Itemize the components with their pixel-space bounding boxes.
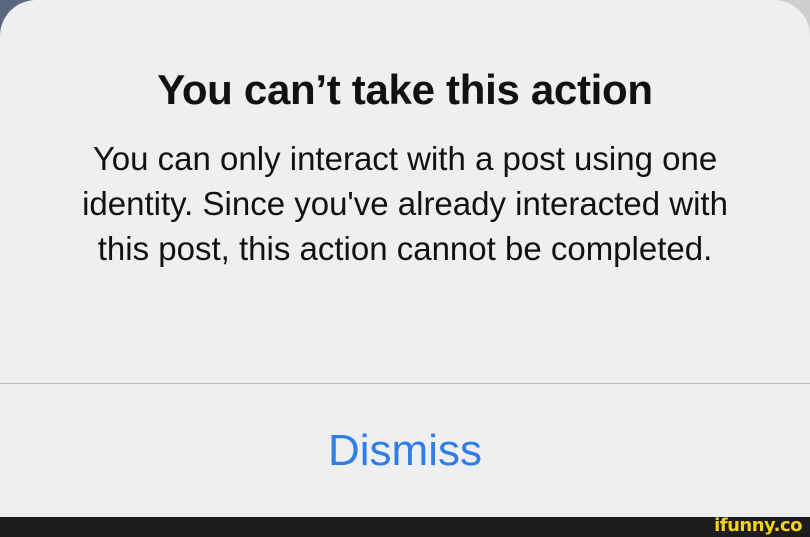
- dismiss-button[interactable]: Dismiss: [0, 384, 810, 517]
- alert-title: You can’t take this action: [157, 66, 653, 113]
- screen: You can’t take this action You can only …: [0, 0, 810, 537]
- alert-dialog: You can’t take this action You can only …: [0, 0, 810, 517]
- alert-message: You can only interact with a post using …: [82, 140, 728, 267]
- ifunny-watermark: ifunny.co: [714, 515, 802, 536]
- bottom-bar: ifunny.co: [0, 515, 810, 537]
